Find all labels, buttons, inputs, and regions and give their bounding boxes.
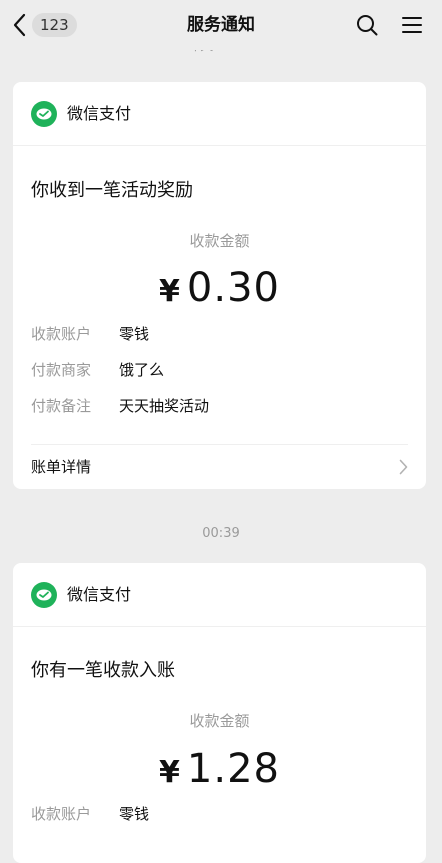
app-name: 微信支付 xyxy=(67,104,132,123)
bill-details-link[interactable]: 账单详情 xyxy=(31,445,408,489)
info-value: 零钱 xyxy=(119,325,150,343)
wechat-pay-icon xyxy=(31,101,57,127)
amount-label: 收款金额 xyxy=(189,232,250,250)
wechat-pay-icon xyxy=(31,582,57,608)
chevron-right-icon xyxy=(399,459,408,475)
menu-icon xyxy=(402,17,422,33)
info-key: 收款账户 xyxy=(31,805,92,823)
info-row-merchant: 付款商家 饿了么 xyxy=(31,358,164,382)
search-button[interactable] xyxy=(356,14,378,36)
currency-symbol: ¥ xyxy=(159,755,181,790)
app-name: 微信支付 xyxy=(67,585,132,604)
info-value: 零钱 xyxy=(119,805,150,823)
menu-button[interactable] xyxy=(402,15,422,35)
bill-details-label: 账单详情 xyxy=(31,458,92,476)
amount-value: ¥0.30 xyxy=(13,265,426,315)
payment-notification-card[interactable]: 微信支付 你有一笔收款入账 收款金额 ¥1.28 收款账户 零钱 xyxy=(13,563,426,863)
card-header: 微信支付 xyxy=(13,82,426,146)
amount-value: ¥1.28 xyxy=(13,746,426,796)
currency-symbol: ¥ xyxy=(159,274,181,309)
info-row-account: 收款账户 零钱 xyxy=(31,322,149,346)
info-value: 天天抽奖活动 xyxy=(119,397,210,415)
info-row-account: 收款账户 零钱 xyxy=(31,802,149,826)
message-timestamp: 00:39 xyxy=(202,526,240,541)
amount-label: 收款金额 xyxy=(189,712,250,730)
payment-notification-card[interactable]: 微信支付 你收到一笔活动奖励 收款金额 ¥0.30 收款账户 零钱 付款商家 饿了么… xyxy=(13,82,426,489)
top-bar: 123 服务通知 xyxy=(0,0,442,50)
info-row-remark: 付款备注 天天抽奖活动 xyxy=(31,394,209,418)
info-key: 付款备注 xyxy=(31,397,92,415)
amount-number: 0.30 xyxy=(186,265,280,311)
info-value: 饿了么 xyxy=(119,361,165,379)
search-icon xyxy=(357,15,378,36)
info-key: 收款账户 xyxy=(31,325,92,343)
amount-number: 1.28 xyxy=(186,746,280,792)
card-header: 微信支付 xyxy=(13,563,426,627)
message-title: 你收到一笔活动奖励 xyxy=(31,180,193,201)
message-title: 你有一笔收款入账 xyxy=(31,660,175,681)
info-key: 付款商家 xyxy=(31,361,92,379)
